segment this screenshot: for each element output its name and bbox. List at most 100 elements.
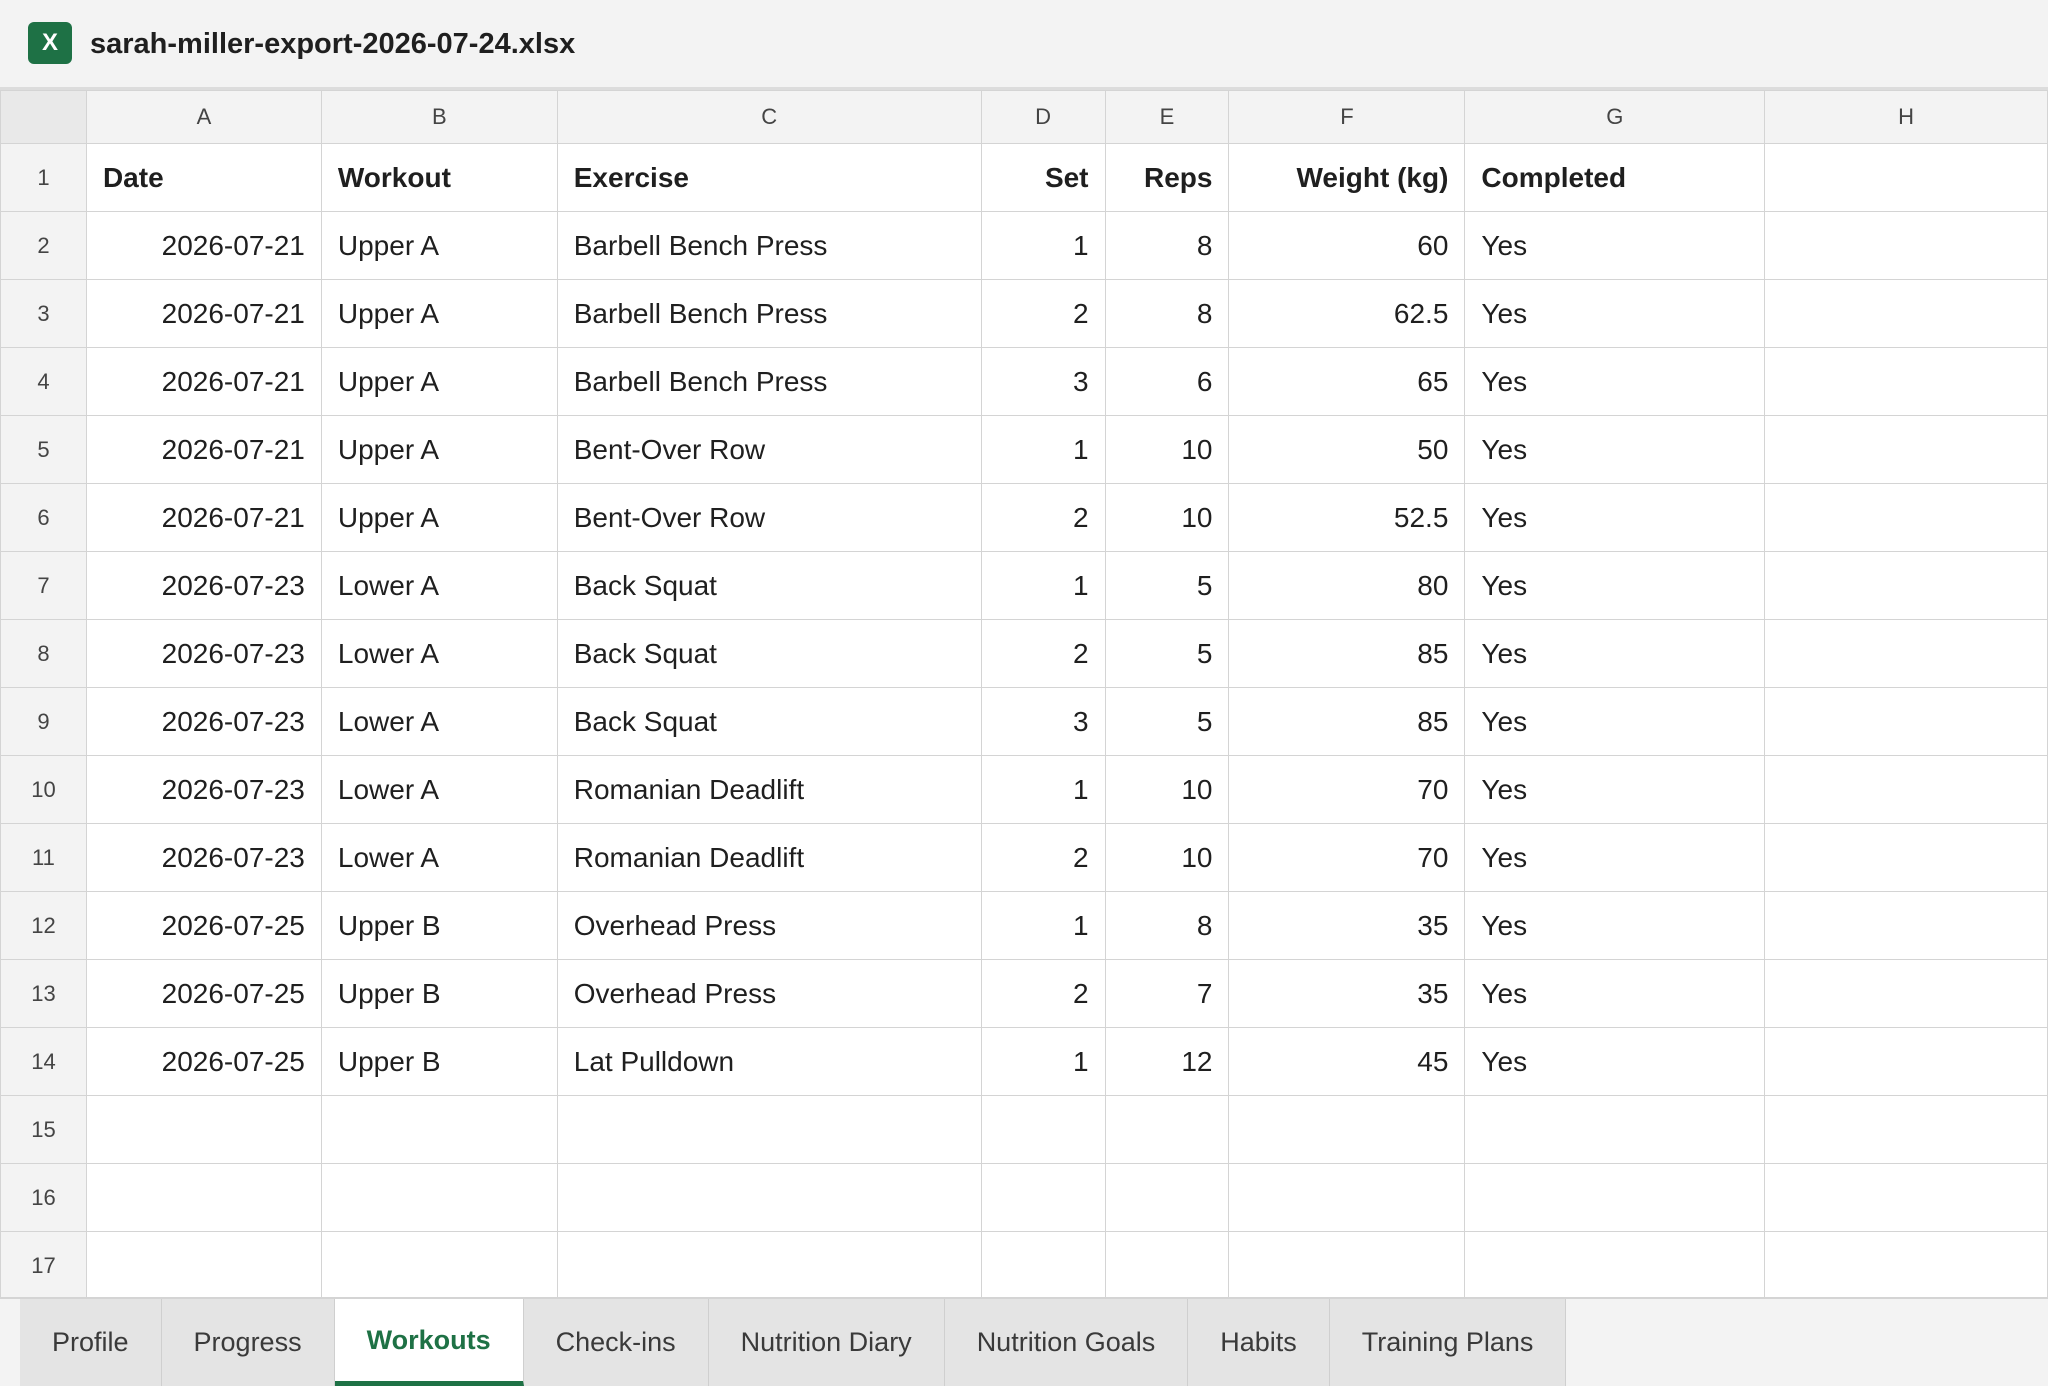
row-number[interactable]: 17 (0, 1231, 87, 1297)
row-number[interactable]: 6 (0, 483, 87, 552)
cell-h13[interactable] (1764, 959, 2048, 1028)
cell-c11[interactable]: Romanian Deadlift (556, 823, 982, 892)
cell-d1[interactable]: Set (980, 143, 1106, 212)
cell-e16[interactable] (1104, 1163, 1230, 1232)
cell-d8[interactable]: 2 (980, 619, 1106, 688)
cell-e17[interactable] (1104, 1231, 1230, 1297)
cell-e6[interactable]: 10 (1104, 483, 1230, 552)
cell-g5[interactable]: Yes (1464, 415, 1766, 484)
cell-c17[interactable] (556, 1231, 982, 1297)
cell-c13[interactable]: Overhead Press (556, 959, 982, 1028)
column-header-d[interactable]: D (980, 90, 1106, 144)
cell-b10[interactable]: Lower A (320, 755, 558, 824)
cell-d11[interactable]: 2 (980, 823, 1106, 892)
cell-a10[interactable]: 2026-07-23 (85, 755, 322, 824)
cell-e2[interactable]: 8 (1104, 211, 1230, 280)
cell-h12[interactable] (1764, 891, 2048, 960)
tab-profile[interactable]: Profile (20, 1299, 162, 1386)
cell-f5[interactable]: 50 (1228, 415, 1466, 484)
cell-a3[interactable]: 2026-07-21 (85, 279, 322, 348)
cell-g15[interactable] (1464, 1095, 1766, 1164)
cell-d2[interactable]: 1 (980, 211, 1106, 280)
cell-d9[interactable]: 3 (980, 687, 1106, 756)
cell-b16[interactable] (320, 1163, 558, 1232)
cell-h4[interactable] (1764, 347, 2048, 416)
cell-g1[interactable]: Completed (1464, 143, 1766, 212)
cell-g17[interactable] (1464, 1231, 1766, 1297)
row-number[interactable]: 15 (0, 1095, 87, 1164)
tab-nutrition-goals[interactable]: Nutrition Goals (944, 1299, 1189, 1386)
cell-f10[interactable]: 70 (1228, 755, 1466, 824)
cell-a11[interactable]: 2026-07-23 (85, 823, 322, 892)
cell-g12[interactable]: Yes (1464, 891, 1766, 960)
cell-d14[interactable]: 1 (980, 1027, 1106, 1096)
cell-c16[interactable] (556, 1163, 982, 1232)
cell-h10[interactable] (1764, 755, 2048, 824)
cell-b6[interactable]: Upper A (320, 483, 558, 552)
cell-f2[interactable]: 60 (1228, 211, 1466, 280)
cell-f1[interactable]: Weight (kg) (1228, 143, 1466, 212)
column-header-h[interactable]: H (1764, 90, 2048, 144)
cell-e15[interactable] (1104, 1095, 1230, 1164)
cell-a17[interactable] (85, 1231, 322, 1297)
cell-a12[interactable]: 2026-07-25 (85, 891, 322, 960)
cell-h14[interactable] (1764, 1027, 2048, 1096)
cell-b2[interactable]: Upper A (320, 211, 558, 280)
cell-e10[interactable]: 10 (1104, 755, 1230, 824)
cell-e5[interactable]: 10 (1104, 415, 1230, 484)
cell-e11[interactable]: 10 (1104, 823, 1230, 892)
cell-h6[interactable] (1764, 483, 2048, 552)
cell-c3[interactable]: Barbell Bench Press (556, 279, 982, 348)
tab-habits[interactable]: Habits (1188, 1299, 1330, 1386)
cell-h8[interactable] (1764, 619, 2048, 688)
cell-e1[interactable]: Reps (1104, 143, 1230, 212)
cell-g16[interactable] (1464, 1163, 1766, 1232)
cell-f16[interactable] (1228, 1163, 1466, 1232)
cell-a6[interactable]: 2026-07-21 (85, 483, 322, 552)
cell-f6[interactable]: 52.5 (1228, 483, 1466, 552)
cell-h2[interactable] (1764, 211, 2048, 280)
cell-c4[interactable]: Barbell Bench Press (556, 347, 982, 416)
cell-a14[interactable]: 2026-07-25 (85, 1027, 322, 1096)
cell-f8[interactable]: 85 (1228, 619, 1466, 688)
cell-e13[interactable]: 7 (1104, 959, 1230, 1028)
cell-c8[interactable]: Back Squat (556, 619, 982, 688)
row-number[interactable]: 3 (0, 279, 87, 348)
row-number[interactable]: 14 (0, 1027, 87, 1096)
cell-b15[interactable] (320, 1095, 558, 1164)
row-number[interactable]: 11 (0, 823, 87, 892)
cell-a16[interactable] (85, 1163, 322, 1232)
cell-g11[interactable]: Yes (1464, 823, 1766, 892)
cell-g10[interactable]: Yes (1464, 755, 1766, 824)
cell-f3[interactable]: 62.5 (1228, 279, 1466, 348)
cell-e4[interactable]: 6 (1104, 347, 1230, 416)
cell-c7[interactable]: Back Squat (556, 551, 982, 620)
cell-e7[interactable]: 5 (1104, 551, 1230, 620)
cell-a2[interactable]: 2026-07-21 (85, 211, 322, 280)
cell-b3[interactable]: Upper A (320, 279, 558, 348)
cell-g8[interactable]: Yes (1464, 619, 1766, 688)
cell-e14[interactable]: 12 (1104, 1027, 1230, 1096)
cell-g6[interactable]: Yes (1464, 483, 1766, 552)
cell-h17[interactable] (1764, 1231, 2048, 1297)
tab-training-plans[interactable]: Training Plans (1329, 1299, 1567, 1386)
cell-f7[interactable]: 80 (1228, 551, 1466, 620)
cell-f17[interactable] (1228, 1231, 1466, 1297)
row-number[interactable]: 12 (0, 891, 87, 960)
cell-d4[interactable]: 3 (980, 347, 1106, 416)
cell-f9[interactable]: 85 (1228, 687, 1466, 756)
cell-b11[interactable]: Lower A (320, 823, 558, 892)
cell-c6[interactable]: Bent-Over Row (556, 483, 982, 552)
cell-b1[interactable]: Workout (320, 143, 558, 212)
cell-a8[interactable]: 2026-07-23 (85, 619, 322, 688)
cell-g14[interactable]: Yes (1464, 1027, 1766, 1096)
row-number[interactable]: 13 (0, 959, 87, 1028)
cell-f12[interactable]: 35 (1228, 891, 1466, 960)
cell-c2[interactable]: Barbell Bench Press (556, 211, 982, 280)
cell-d17[interactable] (980, 1231, 1106, 1297)
cell-f14[interactable]: 45 (1228, 1027, 1466, 1096)
cell-d15[interactable] (980, 1095, 1106, 1164)
tab-check-ins[interactable]: Check-ins (523, 1299, 709, 1386)
row-number[interactable]: 10 (0, 755, 87, 824)
select-all-corner[interactable] (0, 90, 87, 144)
